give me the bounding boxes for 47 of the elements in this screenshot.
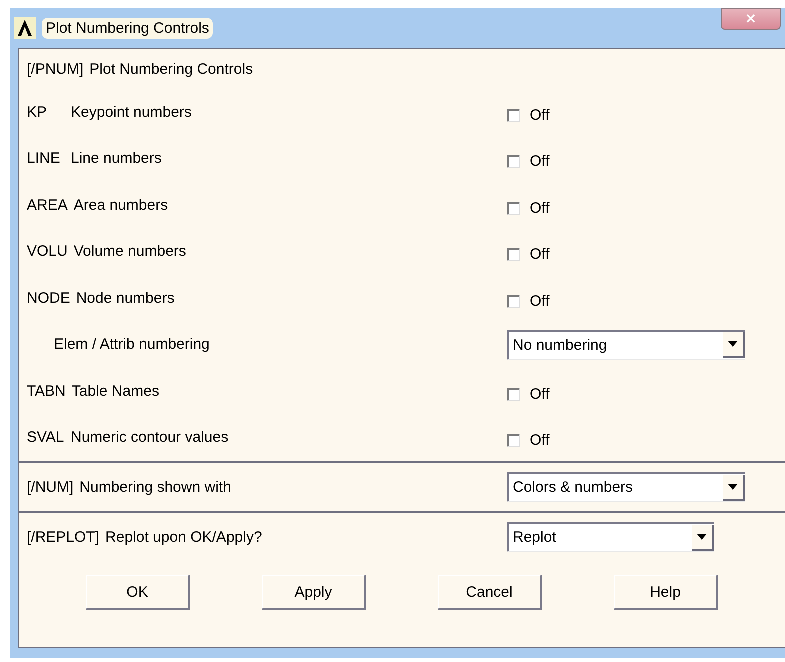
checkbox[interactable] [507,388,520,401]
dialog-button[interactable]: Help [614,575,718,610]
dialog-button[interactable]: OK [86,575,190,610]
command-code: [/NUM] [27,478,74,496]
caret-icon [728,484,738,490]
command-code: SVAL [27,429,65,446]
checkbox-label: Off [530,106,550,124]
command-code: LINE [27,150,62,168]
checkbox[interactable] [507,108,520,122]
checkbox-label: Off [530,386,550,403]
checkbox-label: Off [530,432,550,450]
command-code: VOLU [27,243,68,260]
field-label: Numeric contour values [71,429,229,446]
field-label: Elem / Attrib numbering [54,336,210,354]
app-logo-icon [14,17,36,39]
command-code: [/PNUM] [27,60,84,78]
field-label: Volume numbers [74,243,186,260]
field-label: Table Names [72,382,160,400]
field-label: Keypoint numbers [71,104,192,121]
command-code: AREA [27,196,68,214]
dialog-button[interactable]: Cancel [438,575,542,610]
command-code: NODE [27,290,70,307]
checkbox[interactable] [507,248,520,262]
field-label: Line numbers [71,150,162,168]
dropdown[interactable]: Replot [507,522,714,552]
checkbox-label: Off [530,246,550,264]
field-label: Plot Numbering Controls [90,60,254,78]
command-code: [/REPLOT] [27,528,100,546]
checkbox-label: Off [530,153,550,170]
checkbox[interactable] [507,155,520,168]
command-code: KP [27,104,48,121]
checkbox[interactable] [507,434,520,448]
checkbox[interactable] [507,294,520,308]
field-label: Node numbers [76,290,175,307]
window-title: Plot Numbering Controls [42,18,214,38]
dropdown[interactable]: No numbering [507,330,745,360]
field-label: Replot upon OK/Apply? [106,528,262,546]
checkbox-label: Off [530,292,550,310]
dialog-button[interactable]: Apply [262,575,366,610]
caret-icon [697,534,707,540]
checkbox-label: Off [530,200,550,217]
field-label: Numbering shown with [80,478,232,496]
command-code: TABN [27,382,66,400]
field-label: Area numbers [74,196,168,214]
checkbox[interactable] [507,202,520,215]
caret-icon [728,341,738,348]
dropdown[interactable]: Colors & numbers [507,472,745,502]
